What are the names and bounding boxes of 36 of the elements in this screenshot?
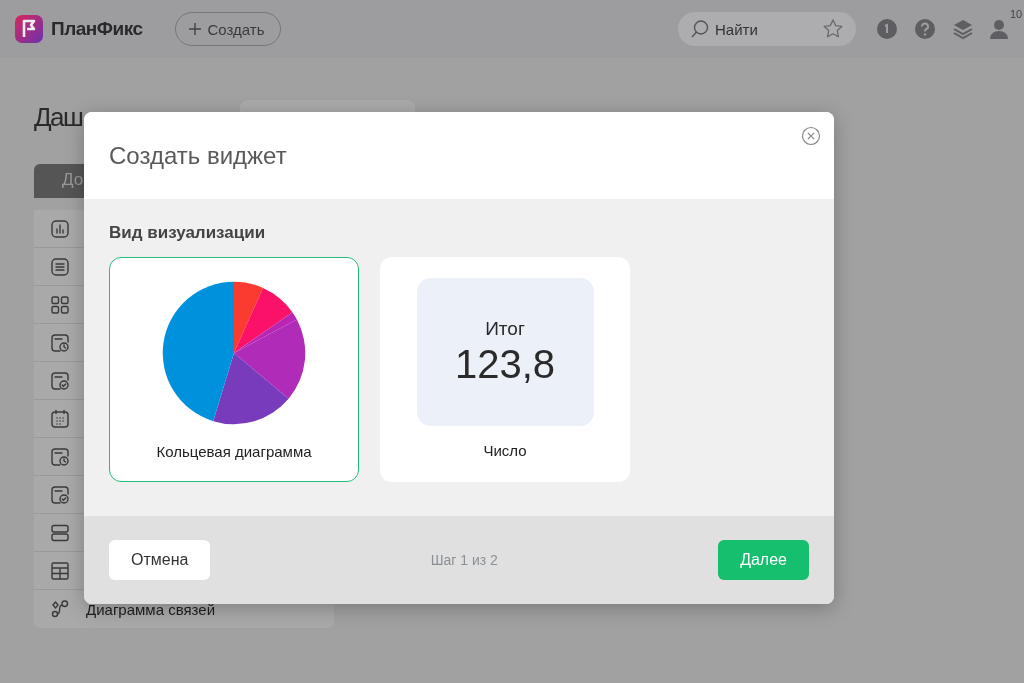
option-label: Кольцевая диаграмма: [156, 443, 312, 460]
search-icon: [690, 19, 710, 39]
help-icon[interactable]: [914, 18, 936, 40]
widget-type-item[interactable]: Диаграмма связей: [34, 590, 334, 628]
calendar-check-icon: [50, 370, 70, 391]
calendar-clock-icon: [50, 446, 70, 467]
list-icon: [50, 256, 70, 277]
close-icon[interactable]: [801, 126, 821, 146]
visualization-option[interactable]: Итог 123,8 Число: [380, 257, 630, 482]
user-icon[interactable]: [988, 18, 1010, 40]
section-title: Вид визуализации: [109, 223, 267, 243]
notification-count: 10: [1010, 8, 1023, 20]
logo-icon[interactable]: [15, 15, 43, 43]
plus-icon: [187, 22, 202, 36]
layers-icon[interactable]: [952, 18, 974, 40]
step-indicator: Шаг 1 из 2: [430, 552, 498, 568]
calendar-icon: [50, 408, 70, 429]
option-label: Число: [483, 442, 527, 459]
relations-icon: [50, 599, 70, 619]
calendar-check-icon: [50, 484, 70, 505]
dialog-title: Создать виджет: [109, 141, 287, 170]
star-icon[interactable]: [822, 18, 844, 40]
grid-icon: [50, 294, 70, 315]
item-label: Диаграмма связей: [86, 600, 216, 618]
preview-caption: Итог: [485, 317, 525, 340]
chart-icon: [50, 218, 70, 239]
table-icon: [50, 560, 70, 581]
clock-icon[interactable]: [876, 18, 898, 40]
app-name: ПланФикс: [51, 18, 143, 40]
visualization-option[interactable]: Кольцевая диаграмма: [109, 257, 359, 482]
page-title: Даш: [34, 101, 83, 134]
search-field[interactable]: Найти: [678, 12, 856, 46]
calendar-clock-icon: [50, 332, 70, 353]
rows-icon: [50, 522, 70, 543]
preview-value: 123,8: [454, 341, 556, 387]
cancel-button[interactable]: Отмена: [109, 540, 211, 580]
